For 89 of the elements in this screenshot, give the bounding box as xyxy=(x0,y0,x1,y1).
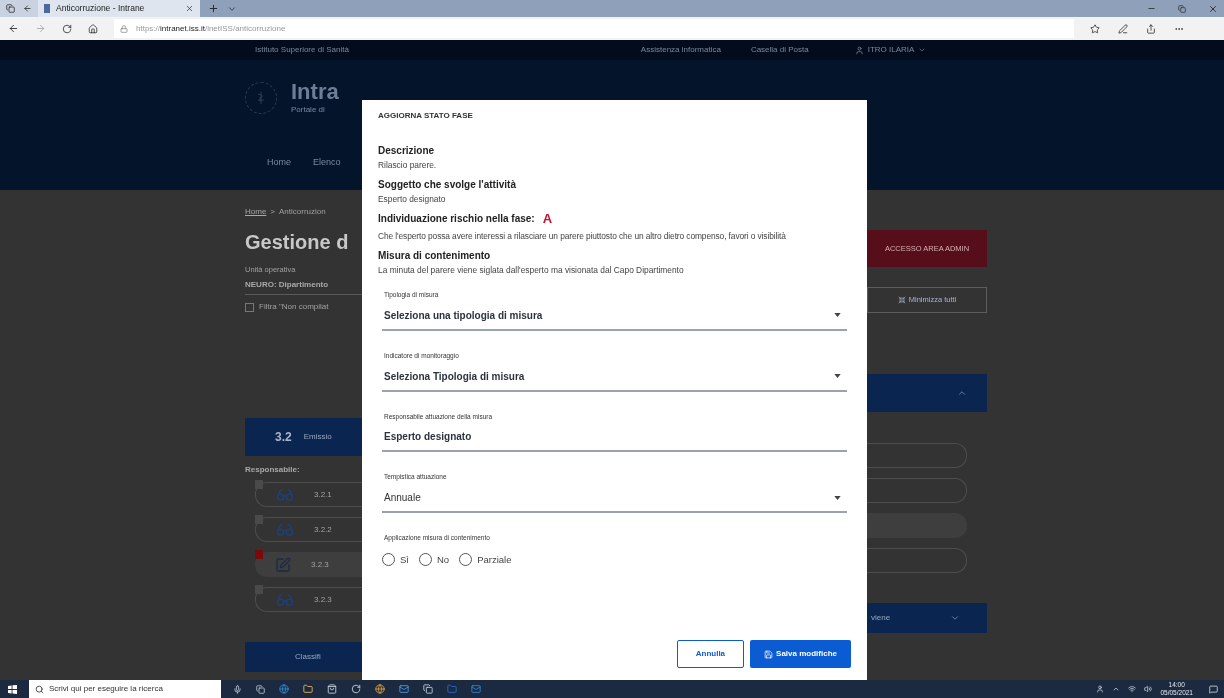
windows-icon[interactable] xyxy=(8,684,17,694)
shrink-icon xyxy=(897,296,906,304)
phase-row[interactable]: 3.2.3 xyxy=(255,552,362,578)
favorites-icon[interactable] xyxy=(1090,23,1100,34)
caret-icon xyxy=(834,374,841,378)
phase-code: 3.2.1 xyxy=(314,488,332,501)
radio-option[interactable]: No xyxy=(419,552,450,567)
browser-icon[interactable] xyxy=(279,684,289,694)
section-bar[interactable]: Classifi xyxy=(245,642,362,673)
detail-label: Misura di contenimento xyxy=(378,249,491,263)
detail-value: La minuta del parere viene siglata dall'esperto ma visionata dal Capo Dipartimento xyxy=(378,264,685,276)
phase-row[interactable]: 3.2.2 xyxy=(255,517,362,543)
top-link[interactable]: Casella di Posta xyxy=(750,44,809,56)
microphone-icon[interactable] xyxy=(233,684,242,694)
browser-icon[interactable] xyxy=(375,684,385,694)
radio-option[interactable]: Sì xyxy=(382,552,409,567)
top-link[interactable]: Assistenza informatica xyxy=(640,44,721,56)
site-icon xyxy=(44,4,50,13)
restore-icon[interactable] xyxy=(1178,4,1186,13)
institute-name: Istituto Superiore di Sanità xyxy=(255,44,349,56)
caret-icon xyxy=(834,313,841,318)
tabs-icon[interactable] xyxy=(6,4,15,13)
lock-icon xyxy=(120,24,128,33)
detail-value: Esperto designato xyxy=(378,193,447,205)
back-icon[interactable] xyxy=(8,23,19,34)
home-icon[interactable] xyxy=(88,23,98,34)
nav-link[interactable]: Home xyxy=(267,156,291,170)
filter-label: Filtra "Non compilat xyxy=(259,301,329,314)
caret-icon xyxy=(834,495,841,500)
phase-row[interactable]: 3.2.1 xyxy=(255,482,362,508)
phase-code: 3.2.2 xyxy=(314,523,332,536)
user-icon[interactable] xyxy=(854,45,864,55)
task-view-icon[interactable] xyxy=(256,684,265,694)
pen-icon[interactable] xyxy=(1118,23,1128,34)
phase-code: 3.2.3 xyxy=(314,593,332,606)
save-icon xyxy=(764,649,774,659)
chevron-up-icon[interactable] xyxy=(957,388,967,398)
people-icon[interactable] xyxy=(1096,685,1105,693)
page-title: Gestione d xyxy=(245,230,350,254)
select-field[interactable]: Annuale xyxy=(382,490,847,513)
mail-icon[interactable] xyxy=(399,684,409,694)
site-title: Intra xyxy=(291,80,339,104)
input-field[interactable]: Esperto designato xyxy=(382,429,847,453)
nav-link[interactable]: Elenco xyxy=(313,156,341,170)
refresh-icon[interactable] xyxy=(62,23,72,34)
detail-label: Descrizione xyxy=(378,144,435,158)
user-name[interactable]: ITRO ILARIA xyxy=(867,44,915,56)
breadcrumb-current: Anticorruzion xyxy=(279,206,326,218)
phase-row[interactable]: 3.2.3 xyxy=(255,587,362,613)
volume-icon[interactable] xyxy=(1144,685,1153,693)
detail-value: Che l'esperto possa avere interessi a rilasciare un parere piuttosto che un altro dietro compenso, favori o visibilità xyxy=(378,230,787,242)
url-text: https://intranet.iss.it/inetISS/anticorruzione xyxy=(136,22,286,35)
close-icon[interactable] xyxy=(185,4,194,13)
cancel-button[interactable]: Annulla xyxy=(676,640,745,668)
select-field[interactable]: Seleziona Tipologia di misura xyxy=(382,368,847,392)
breadcrumb-link[interactable]: Home xyxy=(245,206,267,218)
tray-icon[interactable] xyxy=(1112,685,1121,693)
browser-tab[interactable]: Anticorruzione - Intrane xyxy=(38,0,200,17)
section-title: Classifi xyxy=(295,651,321,664)
detail-value: Rilascio parere. xyxy=(378,159,438,171)
save-button[interactable]: Salva modifiche xyxy=(750,640,851,668)
responsible-label: Responsabile: xyxy=(245,464,301,477)
notifications-icon[interactable] xyxy=(1209,684,1218,694)
detail-label: Individuazione rischio nella fase: xyxy=(378,212,535,226)
breadcrumb-separator: > xyxy=(270,206,275,218)
filter-checkbox[interactable] xyxy=(245,302,254,312)
close-icon[interactable] xyxy=(1208,3,1218,14)
share-icon[interactable] xyxy=(1146,23,1156,34)
network-icon[interactable] xyxy=(1128,685,1137,693)
tab-title: Anticorruzione - Intrane xyxy=(56,2,145,15)
site-subtitle: Portale di xyxy=(291,104,326,116)
caret-icon[interactable] xyxy=(918,46,927,54)
folder-icon[interactable] xyxy=(303,684,313,694)
phase-code: 3.2.3 xyxy=(311,558,329,571)
select-field[interactable]: Seleziona una tipologia di misura xyxy=(382,307,847,331)
radio-option[interactable]: Parziale xyxy=(459,552,512,567)
section-title: Emissio xyxy=(303,431,332,444)
address-field[interactable]: https://intranet.iss.it/inetISS/anticorruzione xyxy=(114,19,1074,38)
store-icon[interactable] xyxy=(327,684,337,694)
chevron-down-icon[interactable] xyxy=(950,613,961,623)
section-title: viene xyxy=(871,612,891,624)
search-icon xyxy=(35,684,44,694)
new-tab-icon[interactable] xyxy=(208,3,219,14)
detail-label: Soggetto che svolge l'attività xyxy=(378,178,516,192)
modal-title: AGGIORNA STATO FASE xyxy=(378,110,474,122)
section-number: 3.2 xyxy=(275,429,292,447)
section-bar[interactable]: 3.2 Emissio xyxy=(245,418,362,457)
taskbar-search-field[interactable]: Scrivi qui per eseguire la ricerca xyxy=(29,680,221,698)
risk-grade: A xyxy=(542,212,553,226)
